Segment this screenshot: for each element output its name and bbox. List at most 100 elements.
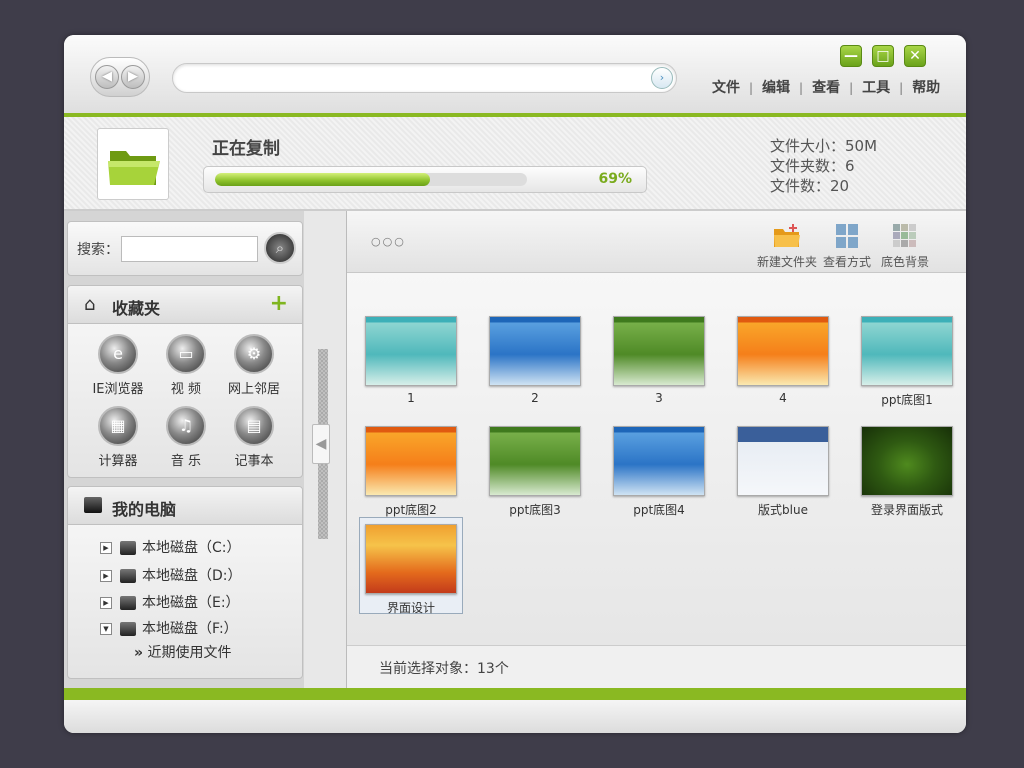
- network-icon: ⚙: [234, 334, 274, 374]
- file-item[interactable]: 4: [731, 310, 835, 407]
- drive-label: 本地磁盘（D:）: [142, 568, 242, 584]
- file-item[interactable]: 1: [359, 310, 463, 407]
- favorite-label: IE浏览器: [92, 382, 144, 397]
- file-thumbnail: [489, 426, 581, 496]
- file-name: ppt底图3: [509, 503, 561, 517]
- go-button[interactable]: ›: [651, 67, 673, 89]
- search-input[interactable]: [121, 236, 258, 262]
- ie-icon: e: [98, 334, 138, 374]
- tab-dots-icon[interactable]: ○○○: [371, 235, 406, 248]
- computer-header: 我的电脑: [68, 487, 302, 525]
- close-button[interactable]: ✕: [904, 45, 926, 67]
- drive-e[interactable]: ▶ 本地磁盘（E:）: [100, 592, 240, 612]
- add-favorite-icon[interactable]: +: [270, 291, 288, 316]
- favorite-video[interactable]: ▭ 视 频: [152, 334, 220, 397]
- favorite-label: 视 频: [170, 382, 202, 397]
- file-name: ppt底图4: [633, 503, 685, 517]
- file-item[interactable]: 版式blue: [731, 420, 835, 517]
- favorites-header: ⌂ 收藏夹 +: [68, 286, 302, 324]
- double-chevron-icon: »: [134, 645, 144, 661]
- file-name: 界面设计: [386, 601, 435, 615]
- calculator-icon: ▦: [98, 406, 138, 446]
- drive-c[interactable]: ▶ 本地磁盘（C:）: [100, 537, 241, 557]
- my-computer-panel: 我的电脑 ▶ 本地磁盘（C:） ▶ 本地磁盘（D:） ▶ 本地磁盘（E:） ▼ 本地磁盘…: [67, 486, 303, 679]
- file-thumbnail: [737, 426, 829, 496]
- menu-file[interactable]: 文件: [709, 77, 743, 97]
- favorites-title: 收藏夹: [112, 299, 161, 318]
- menu-help[interactable]: 帮助: [909, 77, 943, 97]
- file-name: 3: [655, 391, 663, 405]
- file-item[interactable]: ppt底图3: [483, 420, 587, 517]
- file-item[interactable]: 界面设计: [359, 517, 463, 615]
- copy-stats: 文件大小：50M 文件夹数：6 文件数：20: [770, 136, 877, 196]
- expand-icon[interactable]: ▶: [100, 570, 112, 582]
- file-item[interactable]: 3: [607, 310, 711, 407]
- drive-label: 本地磁盘（C:）: [142, 540, 241, 556]
- file-name: 登录界面版式: [870, 503, 943, 517]
- file-count-text: 文件数：20: [770, 177, 850, 195]
- address-bar[interactable]: ›: [172, 63, 677, 93]
- file-thumbnail: [613, 316, 705, 386]
- video-icon: ▭: [166, 334, 206, 374]
- collapse-icon[interactable]: ▼: [100, 623, 112, 635]
- file-size-text: 文件大小：50M: [770, 137, 878, 155]
- grid-view-icon: [833, 223, 861, 249]
- collapse-sidebar-button[interactable]: ◀: [312, 424, 330, 464]
- file-item[interactable]: 登录界面版式: [855, 420, 959, 517]
- favorite-label: 记事本: [234, 454, 274, 469]
- background-color-button[interactable]: 底色背景: [881, 223, 929, 270]
- search-panel: 搜索： ⌕: [67, 221, 303, 276]
- search-icon[interactable]: ⌕: [264, 232, 296, 264]
- progress-bar: 69%: [203, 166, 647, 193]
- copy-title: 正在复制: [212, 139, 280, 159]
- favorite-network[interactable]: ⚙ 网上邻居: [220, 334, 288, 397]
- file-item[interactable]: ppt底图4: [607, 420, 711, 517]
- favorite-label: 网上邻居: [227, 382, 280, 397]
- maximize-button[interactable]: □: [872, 45, 894, 67]
- file-item[interactable]: ppt底图1: [855, 310, 959, 407]
- home-icon: ⌂: [84, 294, 96, 315]
- progress-fill: [215, 173, 431, 186]
- favorite-label: 计算器: [98, 454, 138, 469]
- drive-icon: [120, 596, 136, 610]
- view-mode-button[interactable]: 查看方式: [823, 223, 871, 270]
- menu-tools[interactable]: 工具: [859, 77, 893, 97]
- drive-icon: [120, 541, 136, 555]
- window-controls: — □ ✕: [840, 45, 930, 69]
- new-folder-label: 新建文件夹: [757, 255, 818, 269]
- new-folder-icon: [773, 223, 801, 249]
- recent-files-item[interactable]: » 近期使用文件: [134, 642, 232, 662]
- file-name: 版式blue: [758, 503, 808, 517]
- menu-view[interactable]: 查看: [809, 77, 843, 97]
- back-icon[interactable]: ◀: [95, 65, 119, 89]
- expand-icon[interactable]: ▶: [100, 597, 112, 609]
- sidebar-splitter[interactable]: ◀: [304, 211, 346, 688]
- expand-icon[interactable]: ▶: [100, 542, 112, 554]
- progress-percent: 69%: [598, 171, 632, 187]
- favorite-ie[interactable]: e IE浏览器: [84, 334, 152, 397]
- file-item[interactable]: 2: [483, 310, 587, 407]
- new-folder-button[interactable]: 新建文件夹: [757, 223, 817, 270]
- status-bar: 当前选择对象：13个: [347, 645, 966, 688]
- file-name: 4: [779, 391, 787, 405]
- favorite-calculator[interactable]: ▦ 计算器: [84, 406, 152, 469]
- music-icon: ♫: [166, 406, 206, 446]
- drive-d[interactable]: ▶ 本地磁盘（D:）: [100, 565, 242, 585]
- forward-icon[interactable]: ▶: [121, 65, 145, 89]
- favorite-music[interactable]: ♫ 音 乐: [152, 406, 220, 469]
- drive-icon: [120, 622, 136, 636]
- favorite-notepad[interactable]: ▤ 记事本: [220, 406, 288, 469]
- background-color-label: 底色背景: [881, 255, 930, 269]
- drive-f[interactable]: ▼ 本地磁盘（F:）: [100, 618, 238, 638]
- file-name: ppt底图2: [385, 503, 437, 517]
- file-thumbnail: [365, 426, 457, 496]
- selection-count: 当前选择对象：13个: [379, 661, 509, 677]
- navigation-buttons: ◀ ▶: [90, 57, 150, 97]
- menu-bar: 文件 | 编辑 | 查看 | 工具 | 帮助: [709, 77, 943, 97]
- menu-edit[interactable]: 编辑: [759, 77, 793, 97]
- file-name: 2: [531, 391, 539, 405]
- favorites-panel: ⌂ 收藏夹 + e IE浏览器 ▭ 视 频 ⚙ 网上邻居 ▦ 计算器 ♫ 音 乐…: [67, 285, 303, 478]
- file-item[interactable]: ppt底图2: [359, 420, 463, 517]
- favorite-label: 音 乐: [170, 454, 202, 469]
- minimize-button[interactable]: —: [840, 45, 862, 67]
